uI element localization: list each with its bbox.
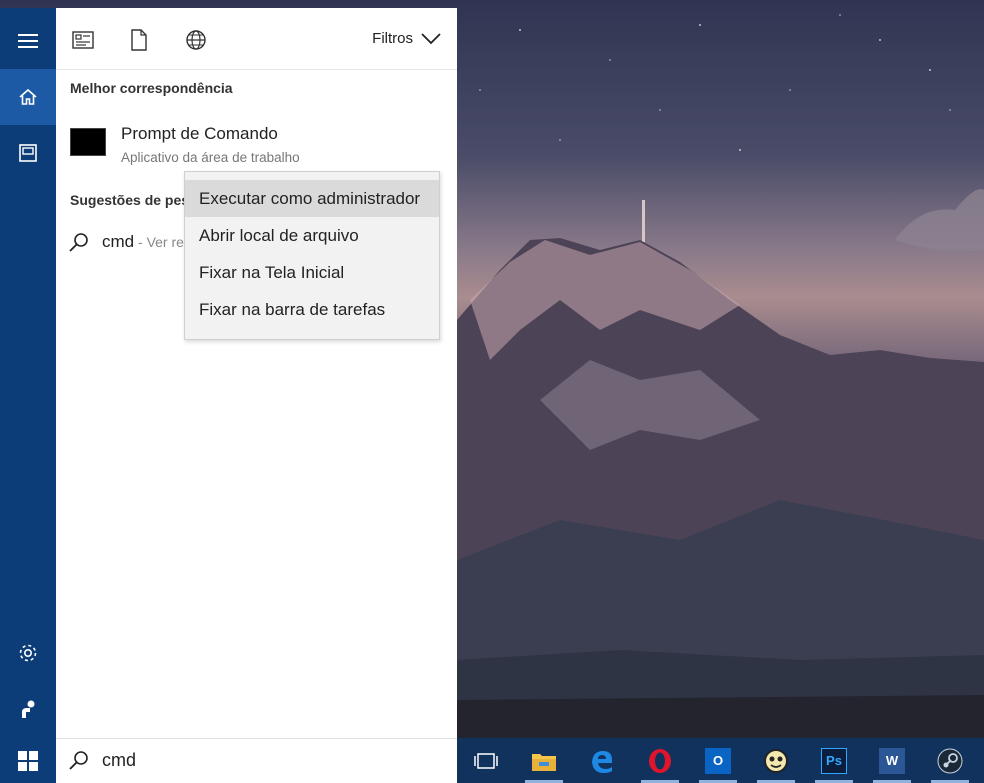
outlook-icon: O	[705, 747, 731, 774]
feedback-button[interactable]	[0, 681, 56, 737]
settings-button[interactable]	[0, 625, 56, 681]
steam-icon	[937, 748, 963, 773]
edge-icon	[592, 750, 612, 773]
opera-button[interactable]	[631, 738, 689, 783]
suggestion-hint: - Ver re	[134, 234, 184, 250]
globe-icon	[186, 30, 206, 50]
home-icon	[19, 88, 37, 105]
best-match-result[interactable]: Prompt de Comando Aplicativo da área de …	[56, 116, 457, 176]
settings-icon	[19, 644, 37, 662]
result-title: Prompt de Comando	[121, 124, 278, 143]
notebook-button[interactable]	[0, 125, 56, 181]
search-icon	[69, 233, 88, 252]
search-panel: Filtros Melhor correspondência Prompt de…	[56, 8, 457, 738]
open-file-location-menu-item[interactable]: Abrir local de arquivo	[185, 217, 439, 254]
edge-button[interactable]	[573, 738, 631, 783]
start-rail	[0, 8, 56, 738]
best-match-heading: Melhor correspondência	[70, 80, 233, 96]
pin-to-start-menu-item[interactable]: Fixar na Tela Inicial	[185, 254, 439, 291]
app-button[interactable]	[747, 738, 805, 783]
word-button[interactable]: W	[863, 738, 921, 783]
search-input[interactable]: cmd	[102, 750, 136, 771]
suggestions-heading: Sugestões de pes	[70, 192, 190, 208]
documents-filter-button[interactable]	[127, 28, 151, 52]
command-prompt-icon	[70, 128, 106, 156]
taskbar: O Ps W	[457, 738, 984, 783]
apps-filter-button[interactable]	[71, 28, 95, 52]
start-button[interactable]	[0, 738, 56, 783]
opera-icon	[649, 748, 671, 773]
menu-button[interactable]	[0, 13, 56, 69]
web-filter-button[interactable]	[184, 28, 208, 52]
word-icon: W	[879, 747, 905, 774]
document-list-icon	[72, 31, 94, 49]
file-icon	[131, 29, 147, 51]
suggestion-text: cmd - Ver re	[102, 232, 184, 251]
search-icon	[69, 751, 88, 770]
filters-label: Filtros	[372, 30, 413, 47]
home-button[interactable]	[0, 69, 56, 125]
hamburger-icon	[18, 34, 38, 48]
notebook-icon	[19, 144, 37, 162]
photoshop-icon: Ps	[821, 747, 847, 774]
app-icon	[764, 748, 788, 773]
file-explorer-button[interactable]	[515, 738, 573, 783]
windows-logo-icon	[18, 750, 38, 771]
context-menu: Executar como administrador Abrir local …	[184, 171, 440, 340]
filters-dropdown[interactable]: Filtros	[372, 30, 441, 47]
outlook-button[interactable]: O	[689, 738, 747, 783]
feedback-icon	[22, 700, 35, 718]
steam-button[interactable]	[921, 738, 979, 783]
file-explorer-icon	[532, 753, 556, 771]
pin-to-taskbar-menu-item[interactable]: Fixar na barra de tarefas	[185, 291, 439, 328]
chevron-down-icon	[421, 32, 441, 44]
task-view-icon	[474, 752, 498, 769]
search-box[interactable]: cmd	[56, 738, 457, 783]
photoshop-button[interactable]: Ps	[805, 738, 863, 783]
search-toolbar: Filtros	[56, 8, 457, 70]
run-as-admin-menu-item[interactable]: Executar como administrador	[185, 180, 439, 217]
task-view-button[interactable]	[457, 738, 515, 783]
result-subtitle: Aplicativo da área de trabalho	[121, 150, 300, 165]
